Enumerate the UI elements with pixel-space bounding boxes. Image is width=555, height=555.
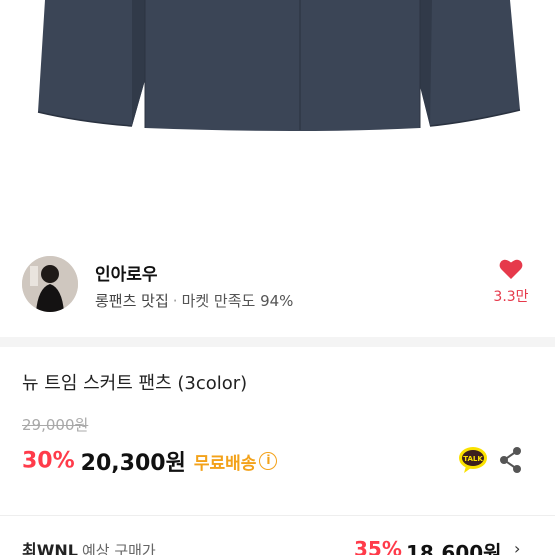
seller-name[interactable]: 인아로우 [95, 260, 158, 285]
skirt-illustration [37, 0, 521, 131]
bottom-divider [0, 515, 555, 516]
expected-price-row[interactable]: 최WNL 예상 구매가 35% 18,600원 › [22, 537, 555, 555]
kakao-talk-icon: TALK [459, 447, 487, 473]
market-satisfaction: 마켓 만족도 94% [181, 292, 294, 310]
seller-meta: 롱팬츠 맛집 · 마켓 만족도 94% [95, 290, 293, 311]
seller-info[interactable]: 인아로우 롱팬츠 맛집 · 마켓 만족도 94% 3.3만 [0, 240, 555, 330]
chevron-down-icon[interactable]: › [514, 539, 520, 555]
info-icon[interactable]: i [259, 452, 278, 470]
heart-icon [499, 259, 523, 279]
seller-tag: 롱팬츠 맛집 [95, 292, 169, 310]
discount-rate: 30% [22, 448, 75, 474]
expected-price: 18,600원 [406, 541, 502, 555]
share-icon [500, 447, 521, 473]
separator-dot: · [172, 292, 178, 310]
expected-price-sublabel: 예상 구매가 [81, 542, 156, 555]
share-button[interactable] [498, 446, 524, 474]
seller-avatar[interactable] [22, 256, 78, 312]
expected-discount-rate: 35% [354, 537, 402, 555]
talk-label: TALK [463, 455, 483, 463]
like-count: 3.3만 [493, 289, 529, 305]
product-image[interactable] [0, 0, 555, 240]
product-title: 뉴 트임 스커트 팬츠 (3color) [22, 373, 248, 394]
free-shipping-badge: 무료배송 [193, 453, 257, 474]
original-price: 29,000원 [22, 416, 89, 434]
like-button[interactable]: 3.3만 [484, 258, 538, 306]
sale-price: 20,300원 [80, 451, 186, 476]
expected-price-label: 최WNL [22, 541, 78, 555]
section-divider [0, 337, 555, 347]
kakao-talk-button[interactable]: TALK [458, 446, 488, 474]
price-row: 30% 20,300원 무료배송 i [22, 445, 278, 477]
